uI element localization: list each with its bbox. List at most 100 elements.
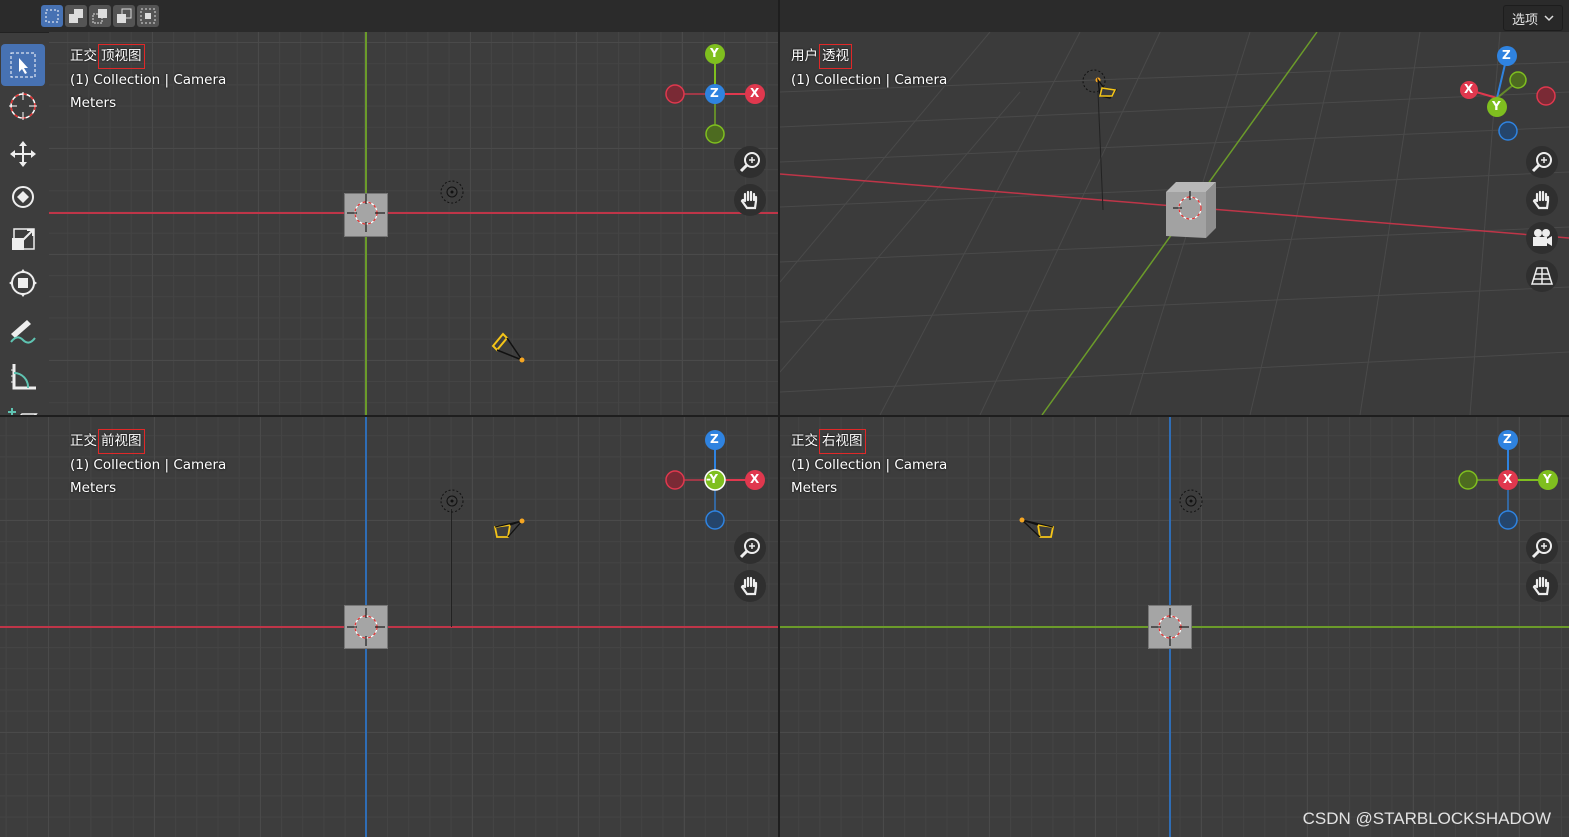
view-title-highlight: 右视图 [819, 429, 866, 454]
view-title: 正交 前视图 [70, 429, 226, 454]
ruler-icon [11, 364, 36, 390]
chevron-down-icon [1544, 11, 1554, 26]
pan-button[interactable] [734, 184, 766, 216]
zoom-in-icon [1531, 538, 1552, 559]
zoom-in-icon [1531, 152, 1552, 173]
zoom-button[interactable] [734, 146, 766, 178]
view-title-prefix: 正交 [70, 48, 97, 64]
hand-icon [740, 576, 758, 596]
select-box-tool[interactable] [1, 44, 45, 86]
grid-perspective-icon [1531, 267, 1553, 285]
hand-icon [1532, 190, 1550, 210]
gizmo-label-top: Y [710, 46, 719, 60]
zoom-in-icon [739, 152, 760, 173]
select-box-new-icon[interactable] [41, 5, 63, 27]
move-arrows-icon [10, 141, 36, 167]
camera-object-icon[interactable] [1080, 68, 1120, 104]
pan-button[interactable] [1526, 184, 1558, 216]
zoom-button[interactable] [1526, 532, 1558, 564]
measure-tool[interactable] [1, 355, 45, 397]
gizmo-label-right: Y [1543, 472, 1552, 486]
pan-button[interactable] [1526, 570, 1558, 602]
viewport-info: 正交 顶视图 (1) Collection | Camera Meters [70, 44, 226, 115]
zoom-button[interactable] [734, 532, 766, 564]
transform-icon [9, 269, 37, 297]
zoom-in-icon [739, 538, 760, 559]
view-title-highlight: 前视图 [98, 429, 145, 454]
3d-cursor-icon [347, 608, 385, 646]
watermark: CSDN @STARBLOCKSHADOW [1302, 809, 1551, 828]
options-label: 选项 [1511, 12, 1538, 28]
select-extend-icon[interactable] [65, 5, 87, 27]
view-title: 正交 顶视图 [70, 44, 226, 69]
gizmo-label-right: X [750, 472, 760, 486]
camera-object-icon[interactable] [489, 328, 529, 368]
view-title-prefix: 用户 [791, 48, 818, 64]
viewport-info: 正交 右视图 (1) Collection | Camera Meters [791, 429, 947, 500]
viewport-user-perspective[interactable]: 用户 透视 (1) Collection | Camera Z X Y [780, 32, 1569, 415]
gizmo-label-center: Y [1492, 99, 1501, 113]
gizmo-label-center: -Y [706, 472, 718, 486]
pan-button[interactable] [734, 570, 766, 602]
viewport-info: 正交 前视图 (1) Collection | Camera Meters [70, 429, 226, 500]
move-tool[interactable] [1, 133, 45, 175]
cube-object[interactable] [1162, 178, 1220, 240]
3d-cursor-icon [1151, 608, 1189, 646]
camera-icon [1533, 229, 1552, 246]
rotate-tool[interactable] [1, 176, 45, 218]
pencil-icon [10, 320, 36, 344]
camera-view-button[interactable] [1526, 222, 1558, 254]
cursor-tool[interactable] [1, 85, 45, 127]
rotate-icon [12, 186, 34, 208]
viewport-right-ortho[interactable]: 正交 右视图 (1) Collection | Camera Meters Z X… [780, 417, 1569, 837]
viewport-top-ortho[interactable]: 正交 顶视图 (1) Collection | Camera Meters Y Z… [49, 32, 778, 415]
transform-tool[interactable] [1, 262, 45, 304]
light-object-icon[interactable] [439, 488, 465, 514]
view-title-prefix: 正交 [70, 433, 97, 449]
navigation-gizmo[interactable]: Z -Y X [661, 426, 771, 536]
units-label: Meters [70, 480, 117, 496]
hand-icon [1532, 576, 1550, 596]
select-subtract-icon[interactable] [89, 5, 111, 27]
camera-object-icon[interactable] [490, 515, 530, 543]
options-dropdown[interactable]: 选项 [1502, 5, 1563, 31]
viewport-front-ortho[interactable]: 正交 前视图 (1) Collection | Camera Meters Z -… [0, 417, 778, 837]
view-title-highlight: 顶视图 [98, 44, 145, 69]
zoom-button[interactable] [1526, 146, 1558, 178]
annotate-tool[interactable] [1, 310, 45, 352]
gizmo-label-top: Z [1502, 48, 1511, 62]
3d-cursor-icon [347, 194, 385, 232]
units-label: Meters [791, 480, 838, 496]
gizmo-label-center: Z [710, 86, 719, 100]
camera-object-icon[interactable] [1018, 515, 1058, 543]
navigation-gizmo[interactable]: Z X Y [1454, 426, 1564, 536]
light-object-icon[interactable] [439, 179, 465, 205]
perspective-toggle-button[interactable] [1526, 260, 1558, 292]
navigation-gizmo[interactable]: Y Z X [661, 40, 771, 150]
gizmo-label-top: Z [1503, 432, 1512, 446]
view-title-prefix: 正交 [791, 433, 818, 449]
vertical-divider[interactable] [778, 0, 780, 837]
horizontal-divider[interactable] [0, 415, 1569, 417]
select-invert-icon[interactable] [113, 5, 135, 27]
collection-label: (1) Collection | Camera [70, 72, 227, 88]
collection-label: (1) Collection | Camera [791, 72, 948, 88]
viewport-info: 用户 透视 (1) Collection | Camera [791, 44, 947, 92]
light-line [451, 509, 452, 627]
collection-label: (1) Collection | Camera [70, 457, 227, 473]
units-label: Meters [70, 95, 117, 111]
navigation-gizmo[interactable]: Z X Y [1452, 42, 1564, 148]
3d-cursor-icon [9, 92, 37, 120]
light-object-icon[interactable] [1178, 488, 1204, 514]
view-title-highlight: 透视 [819, 44, 852, 69]
gizmo-label-left: X [1464, 82, 1474, 96]
collection-label: (1) Collection | Camera [791, 457, 948, 473]
scale-icon [12, 228, 35, 250]
gizmo-label-right: X [750, 86, 760, 100]
gizmo-label-top: Z [710, 432, 719, 446]
gizmo-label-center: X [1503, 472, 1513, 486]
select-cursor-icon [10, 52, 36, 78]
select-intersect-icon[interactable] [137, 5, 159, 27]
x-axis-line [49, 212, 778, 214]
scale-tool[interactable] [1, 219, 45, 261]
